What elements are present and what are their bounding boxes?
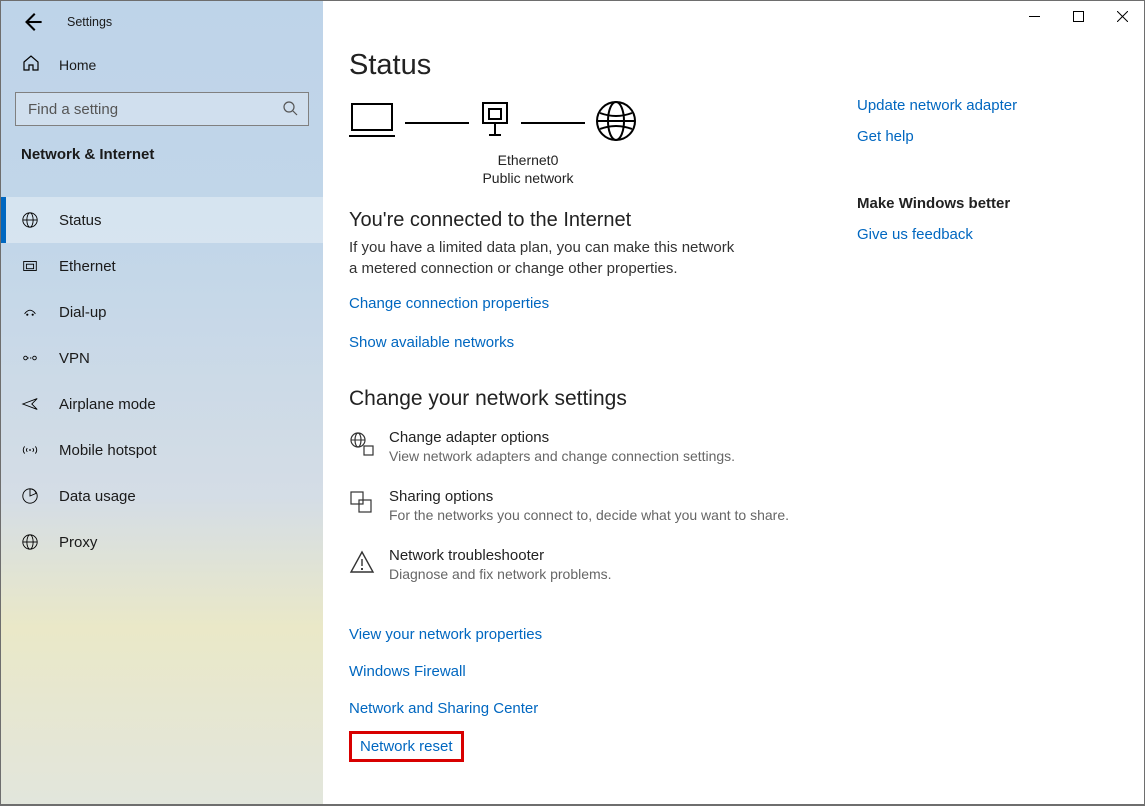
get-help-link[interactable]: Get help	[857, 128, 1017, 145]
home-icon	[21, 53, 41, 76]
windows-firewall-link[interactable]: Windows Firewall	[349, 663, 466, 680]
nav-label: Proxy	[59, 534, 97, 551]
nav-item-status[interactable]: Status	[1, 197, 323, 243]
search-box[interactable]	[15, 92, 309, 126]
nav-item-dialup[interactable]: Dial-up	[1, 289, 323, 335]
nav-label: Status	[59, 212, 102, 229]
troubleshooter-row[interactable]: Network troubleshooter Diagnose and fix …	[349, 547, 1144, 582]
sharing-options-row[interactable]: Sharing options For the networks you con…	[349, 488, 1144, 523]
change-adapter-row[interactable]: Change adapter options View network adap…	[349, 429, 1144, 464]
nav-label: Dial-up	[59, 304, 107, 321]
change-connection-link[interactable]: Change connection properties	[349, 295, 549, 312]
globe-icon	[21, 211, 41, 229]
nav-label: Mobile hotspot	[59, 442, 157, 459]
app-title: Settings	[67, 15, 112, 29]
nav-label: Data usage	[59, 488, 136, 505]
nav-item-airplane[interactable]: Airplane mode	[1, 381, 323, 427]
home-nav-item[interactable]: Home	[1, 43, 323, 86]
ethernet-icon	[21, 257, 41, 275]
row-sub: For the networks you connect to, decide …	[389, 507, 789, 523]
update-adapter-link[interactable]: Update network adapter	[857, 97, 1017, 114]
row-sub: Diagnose and fix network problems.	[389, 566, 612, 582]
sidebar: Settings Home Network & Internet Status …	[1, 1, 323, 804]
network-reset-link[interactable]: Network reset	[360, 738, 453, 755]
adapter-options-icon	[349, 431, 377, 460]
show-networks-link[interactable]: Show available networks	[349, 334, 514, 351]
datausage-icon	[21, 487, 41, 505]
row-sub: View network adapters and change connect…	[389, 448, 735, 464]
connected-body: If you have a limited data plan, you can…	[349, 238, 739, 279]
sharing-center-link[interactable]: Network and Sharing Center	[349, 700, 538, 717]
close-button[interactable]	[1100, 1, 1144, 31]
content-area: Status Ethernet0 Public network You're c…	[323, 1, 1144, 804]
highlight-box: Network reset	[349, 731, 464, 762]
nav-label: Ethernet	[59, 258, 116, 275]
change-settings-heading: Change your network settings	[349, 387, 1144, 411]
row-title: Network troubleshooter	[389, 547, 612, 564]
nav-list: Status Ethernet Dial-up VPN Airplane mod…	[1, 197, 323, 565]
internet-icon	[595, 100, 637, 145]
warning-icon	[349, 549, 377, 578]
airplane-icon	[21, 395, 41, 413]
nav-item-datausage[interactable]: Data usage	[1, 473, 323, 519]
diagram-label: Ethernet0 Public network	[463, 151, 593, 187]
maximize-button[interactable]	[1056, 1, 1100, 31]
section-title: Network & Internet	[1, 138, 323, 177]
dialup-icon	[21, 303, 41, 321]
page-title: Status	[349, 49, 1144, 82]
nav-item-vpn[interactable]: VPN	[1, 335, 323, 381]
diagram-line	[521, 122, 585, 124]
make-better-heading: Make Windows better	[857, 195, 1017, 212]
back-button[interactable]	[21, 11, 43, 33]
row-title: Sharing options	[389, 488, 789, 505]
nav-item-ethernet[interactable]: Ethernet	[1, 243, 323, 289]
connected-heading: You're connected to the Internet	[349, 209, 1144, 232]
proxy-icon	[21, 533, 41, 551]
network-diagram	[349, 100, 1144, 145]
arrow-left-icon	[21, 11, 43, 33]
minimize-button[interactable]	[1012, 1, 1056, 31]
feedback-link[interactable]: Give us feedback	[857, 226, 1017, 243]
nav-label: VPN	[59, 350, 90, 367]
nav-label: Airplane mode	[59, 396, 156, 413]
vpn-icon	[21, 349, 41, 367]
nav-item-hotspot[interactable]: Mobile hotspot	[1, 427, 323, 473]
view-properties-link[interactable]: View your network properties	[349, 626, 542, 643]
network-type: Public network	[463, 169, 593, 187]
window-controls	[1012, 1, 1144, 31]
right-column: Update network adapter Get help Make Win…	[857, 97, 1017, 257]
row-title: Change adapter options	[389, 429, 735, 446]
pc-icon	[349, 101, 395, 144]
home-label: Home	[59, 57, 96, 73]
search-input[interactable]	[26, 100, 282, 119]
sharing-icon	[349, 490, 377, 519]
adapter-name: Ethernet0	[463, 151, 593, 169]
search-icon	[282, 100, 298, 119]
diagram-line	[405, 122, 469, 124]
adapter-icon	[479, 101, 511, 144]
hotspot-icon	[21, 441, 41, 459]
nav-item-proxy[interactable]: Proxy	[1, 519, 323, 565]
